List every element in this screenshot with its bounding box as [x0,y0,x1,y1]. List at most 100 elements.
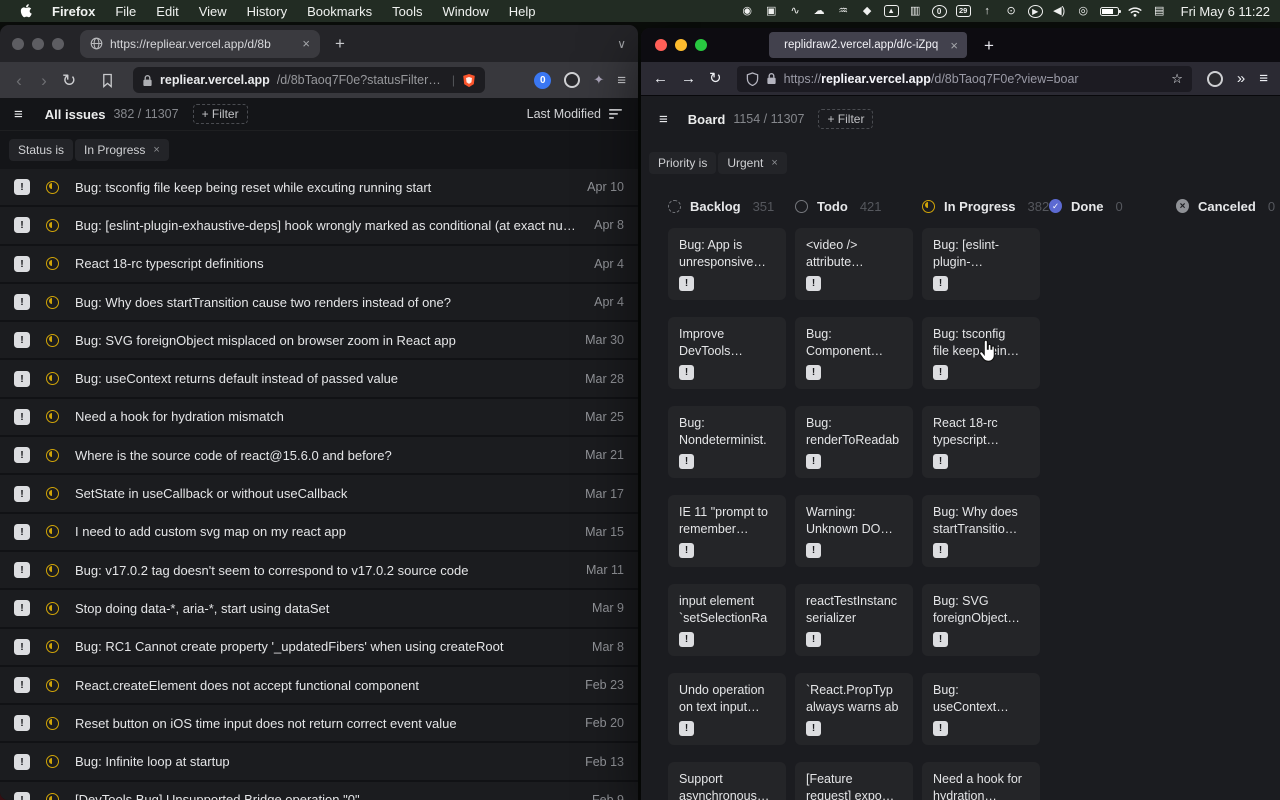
menu-bar-clock[interactable]: Fri May 6 11:22 [1181,4,1270,19]
overflow-chevrons-icon[interactable]: » [1237,70,1245,87]
urgent-priority-icon[interactable] [14,179,30,195]
tab-close-icon[interactable]: × [302,36,310,51]
in-progress-status-icon[interactable] [46,640,59,653]
urgent-priority-icon[interactable] [14,792,30,800]
github-extension-icon[interactable] [564,72,580,88]
in-progress-status-icon[interactable] [46,679,59,692]
wifi-icon[interactable] [1128,6,1143,17]
apple-menu[interactable] [10,4,42,18]
urgent-priority-icon[interactable] [14,332,30,348]
issue-card[interactable]: ImproveDevTools… [668,317,786,389]
browser-menu-icon[interactable]: ≡ [617,73,626,88]
browser-tab-replidraw[interactable]: replidraw2.vercel.app/d/c-iZpq × [769,32,967,58]
volume-icon[interactable]: ◀) [1052,5,1067,18]
issue-card[interactable]: reactTestInstancserializer [795,584,913,656]
tab-close-icon[interactable]: × [950,38,958,53]
column-header[interactable]: Todo 421 [795,196,913,216]
issue-row[interactable]: React 18-rc typescript definitionsApr 4 [0,246,638,284]
urgent-priority-icon[interactable] [14,217,30,233]
issue-card[interactable]: Bug: [eslint-plugin-… [922,228,1040,300]
issue-row[interactable]: I need to add custom svg map on my react… [0,514,638,552]
onepassword-extension-icon[interactable]: 0 [534,72,551,89]
column-header[interactable]: Backlog 351 [668,196,786,216]
column-header[interactable]: Done 0 [1049,196,1167,216]
urgent-priority-icon[interactable] [14,486,30,502]
menu-history[interactable]: History [237,4,297,19]
camera-icon[interactable]: ▣ [764,5,779,18]
issue-card[interactable]: input element`setSelectionRa [668,584,786,656]
issue-card[interactable]: [Featurerequest] expo… [795,762,913,800]
issue-row[interactable]: Bug: [eslint-plugin-exhaustive-deps] hoo… [0,207,638,245]
issue-card[interactable]: Supportasynchronous… [668,762,786,800]
brave-shield-icon[interactable] [462,73,476,88]
remove-filter-icon[interactable]: × [153,144,159,156]
issue-row[interactable]: Bug: v17.0.2 tag doesn't seem to corresp… [0,552,638,590]
issue-row[interactable]: Bug: Infinite loop at startupFeb 13 [0,743,638,781]
issue-card[interactable]: Bug: App isunresponsive… [668,228,786,300]
issue-card[interactable]: Bug:useContext… [922,673,1040,745]
eject-icon[interactable]: ↑ [980,5,995,18]
urgent-priority-icon[interactable] [14,754,30,770]
issue-row[interactable]: [DevTools Bug] Unsupported Bridge operat… [0,782,638,800]
urgent-priority-icon[interactable] [14,409,30,425]
zoom-window-button[interactable] [695,39,707,51]
new-tab-button[interactable]: + [984,37,994,54]
sidebar-menu-icon[interactable]: ≡ [659,112,668,127]
play-icon[interactable]: ▶ [1028,5,1043,18]
address-bar[interactable]: repliear.vercel.app /d/8bTaoq7F0e?status… [133,67,485,93]
issue-card[interactable]: React 18-rctypescript… [922,406,1040,478]
issue-card[interactable]: Undo operationon text input… [668,673,786,745]
in-progress-status-icon[interactable] [46,219,59,232]
in-progress-status-icon[interactable] [46,564,59,577]
forward-button[interactable]: › [37,72,51,89]
extensions-icon[interactable]: ✦ [593,72,604,88]
issue-card[interactable]: IE 11 "prompt toremember… [668,495,786,567]
filter-field-chip[interactable]: Priority is [649,152,716,174]
issue-row[interactable]: Where is the source code of react@15.6.0… [0,437,638,475]
filter-value-chip[interactable]: Urgent × [718,152,786,174]
issue-card[interactable]: Bug:renderToReadab [795,406,913,478]
add-filter-button[interactable]: + Filter [818,109,873,129]
in-progress-status-icon[interactable] [46,296,59,309]
issue-card[interactable]: <video />attribute… [795,228,913,300]
zoom-window-button[interactable] [52,38,64,50]
menu-file[interactable]: File [105,4,146,19]
docker-icon[interactable]: ♒ [836,5,851,18]
issue-row[interactable]: Bug: RC1 Cannot create property '_update… [0,629,638,667]
in-progress-status-icon[interactable] [46,793,59,800]
menu-window[interactable]: Window [433,4,499,19]
add-filter-button[interactable]: + Filter [193,104,248,124]
urgent-priority-icon[interactable] [14,639,30,655]
in-progress-status-icon[interactable] [46,755,59,768]
in-progress-status-icon[interactable] [46,372,59,385]
browser-menu-icon[interactable]: ≡ [1259,70,1268,87]
reload-button[interactable]: ↻ [62,72,76,89]
urgent-priority-icon[interactable] [14,677,30,693]
issue-row[interactable]: Bug: useContext returns default instead … [0,360,638,398]
bookmark-star-icon[interactable]: ☆ [1171,71,1183,87]
github-extension-icon[interactable] [1207,71,1223,87]
minimize-window-button[interactable] [675,39,687,51]
urgent-priority-icon[interactable] [14,371,30,387]
in-progress-status-icon[interactable] [46,257,59,270]
urgent-priority-icon[interactable] [14,294,30,310]
close-window-button[interactable] [12,38,24,50]
back-button[interactable]: ← [653,71,668,86]
menu-view[interactable]: View [189,4,237,19]
filter-value-chip[interactable]: In Progress × [75,139,169,161]
menu-help[interactable]: Help [499,4,546,19]
dropbox-icon[interactable]: ◆ [860,5,875,18]
remove-filter-icon[interactable]: × [771,157,777,169]
new-tab-button[interactable]: + [335,35,345,52]
issue-card[interactable]: Need a hook forhydration… [922,762,1040,800]
close-window-button[interactable] [655,39,667,51]
handles-icon[interactable]: ∿ [788,5,803,18]
bookmark-icon[interactable] [101,73,114,88]
in-progress-status-icon[interactable] [46,334,59,347]
reload-button[interactable]: ↻ [709,71,722,86]
menu-tools[interactable]: Tools [382,4,432,19]
urgent-priority-icon[interactable] [14,562,30,578]
issue-row[interactable]: Bug: Why does startTransition cause two … [0,284,638,322]
stage-manager-icon[interactable]: ▤ [1152,5,1167,18]
menu-edit[interactable]: Edit [146,4,188,19]
